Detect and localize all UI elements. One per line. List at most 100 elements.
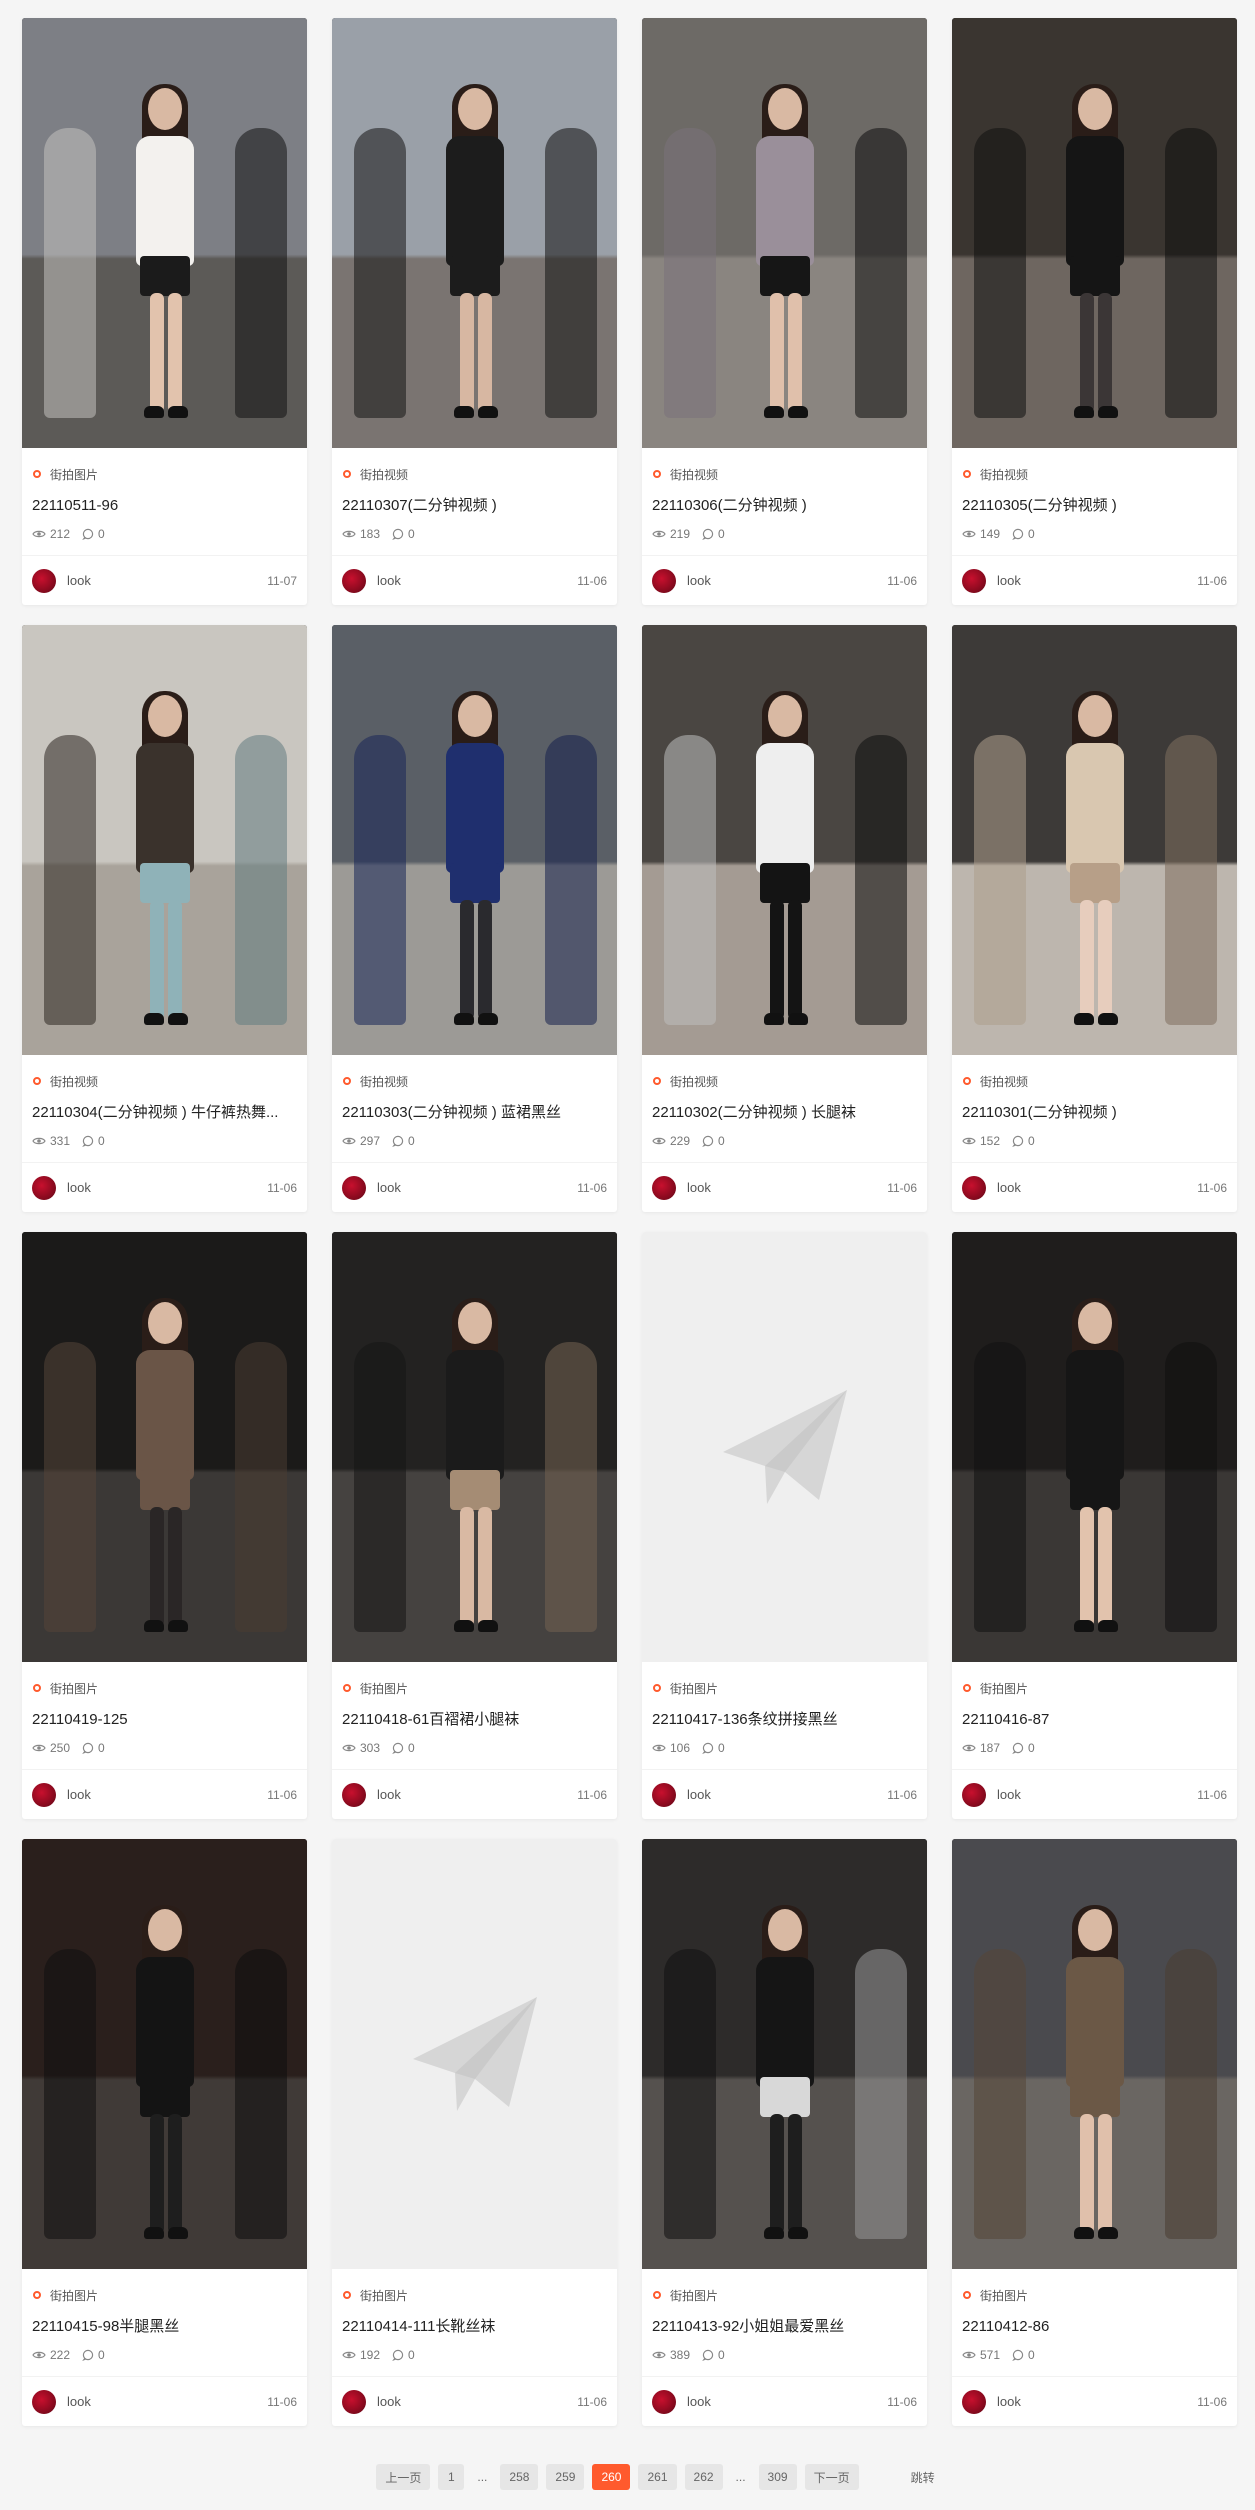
post-category[interactable]: 街拍视频 xyxy=(32,1073,297,1089)
post-title[interactable]: 22110412-86 xyxy=(962,2317,1227,2337)
author-name[interactable]: look xyxy=(997,573,1197,588)
jump-button[interactable]: 跳转 xyxy=(907,2464,939,2490)
post-card[interactable]: 街拍视频 22110303(二分钟视频 ) 蓝裙黑丝 297 0 look 11-06 xyxy=(332,625,617,1212)
post-category[interactable]: 街拍视频 xyxy=(342,466,607,482)
post-title[interactable]: 22110307(二分钟视频 ) xyxy=(342,496,607,516)
author-name[interactable]: look xyxy=(377,1787,577,1802)
post-card[interactable]: 街拍图片 22110511-96 212 0 look 11-07 xyxy=(22,18,307,605)
post-category[interactable]: 街拍图片 xyxy=(652,2287,917,2303)
author-name[interactable]: look xyxy=(687,2394,887,2409)
author-name[interactable]: look xyxy=(997,2394,1197,2409)
post-card[interactable]: 街拍图片 22110418-61百褶裙小腿袜 303 0 look 11-06 xyxy=(332,1232,617,1819)
post-category[interactable]: 街拍图片 xyxy=(342,2287,607,2303)
post-thumbnail[interactable] xyxy=(642,18,927,448)
next-page-button[interactable]: 下一页 xyxy=(804,2464,859,2490)
post-card[interactable]: 街拍图片 22110413-92小姐姐最爱黑丝 389 0 look 11-06 xyxy=(642,1839,927,2426)
author-name[interactable]: look xyxy=(67,573,267,588)
post-title[interactable]: 22110511-96 xyxy=(32,496,297,516)
post-thumbnail[interactable] xyxy=(642,625,927,1055)
author-name[interactable]: look xyxy=(377,2394,577,2409)
avatar[interactable] xyxy=(962,2389,986,2414)
avatar[interactable] xyxy=(342,1175,366,1200)
post-title[interactable]: 22110301(二分钟视频 ) xyxy=(962,1103,1227,1123)
post-card[interactable]: 街拍视频 22110304(二分钟视频 ) 牛仔裤热舞... 331 0 look 11-… xyxy=(22,625,307,1212)
post-thumbnail[interactable] xyxy=(22,1839,307,2269)
post-thumbnail[interactable] xyxy=(952,1839,1237,2269)
author-name[interactable]: look xyxy=(687,1787,887,1802)
post-card[interactable]: 街拍视频 22110305(二分钟视频 ) 149 0 look 11-06 xyxy=(952,18,1237,605)
post-thumbnail[interactable] xyxy=(332,1232,617,1662)
post-thumbnail-placeholder[interactable] xyxy=(642,1232,927,1662)
post-category[interactable]: 街拍视频 xyxy=(652,466,917,482)
post-category[interactable]: 街拍图片 xyxy=(342,1680,607,1696)
author-name[interactable]: look xyxy=(687,573,887,588)
avatar[interactable] xyxy=(962,1782,986,1807)
post-thumbnail[interactable] xyxy=(332,625,617,1055)
post-thumbnail[interactable] xyxy=(22,1232,307,1662)
post-category[interactable]: 街拍图片 xyxy=(652,1680,917,1696)
post-card[interactable]: 街拍图片 22110412-86 571 0 look 11-06 xyxy=(952,1839,1237,2426)
avatar[interactable] xyxy=(652,1175,676,1200)
author-name[interactable]: look xyxy=(997,1180,1197,1195)
avatar[interactable] xyxy=(342,1782,366,1807)
author-name[interactable]: look xyxy=(687,1180,887,1195)
author-name[interactable]: look xyxy=(377,1180,577,1195)
post-title[interactable]: 22110415-98半腿黑丝 xyxy=(32,2317,297,2337)
post-title[interactable]: 22110303(二分钟视频 ) 蓝裙黑丝 xyxy=(342,1103,607,1123)
avatar[interactable] xyxy=(32,2389,56,2414)
post-category[interactable]: 街拍图片 xyxy=(32,2287,297,2303)
post-category[interactable]: 街拍图片 xyxy=(32,1680,297,1696)
post-thumbnail[interactable] xyxy=(952,18,1237,448)
page-button-258[interactable]: 258 xyxy=(500,2464,539,2490)
post-thumbnail[interactable] xyxy=(952,625,1237,1055)
post-thumbnail[interactable] xyxy=(22,18,307,448)
post-thumbnail[interactable] xyxy=(332,18,617,448)
author-name[interactable]: look xyxy=(67,1180,267,1195)
post-thumbnail-placeholder[interactable] xyxy=(332,1839,617,2269)
avatar[interactable] xyxy=(342,2389,366,2414)
post-card[interactable]: 街拍视频 22110301(二分钟视频 ) 152 0 look 11-06 xyxy=(952,625,1237,1212)
post-category[interactable]: 街拍图片 xyxy=(962,1680,1227,1696)
post-card[interactable]: 街拍图片 22110417-136条纹拼接黑丝 106 0 look 11-06 xyxy=(642,1232,927,1819)
avatar[interactable] xyxy=(32,1782,56,1807)
avatar[interactable] xyxy=(32,568,56,593)
post-card[interactable]: 街拍图片 22110415-98半腿黑丝 222 0 look 11-06 xyxy=(22,1839,307,2426)
page-button-1[interactable]: 1 xyxy=(438,2464,465,2490)
post-card[interactable]: 街拍图片 22110414-111长靴丝袜 192 0 look 11-06 xyxy=(332,1839,617,2426)
post-title[interactable]: 22110305(二分钟视频 ) xyxy=(962,496,1227,516)
post-card[interactable]: 街拍图片 22110416-87 187 0 look 11-06 xyxy=(952,1232,1237,1819)
post-title[interactable]: 22110416-87 xyxy=(962,1710,1227,1730)
post-thumbnail[interactable] xyxy=(952,1232,1237,1662)
post-thumbnail[interactable] xyxy=(642,1839,927,2269)
avatar[interactable] xyxy=(962,568,986,593)
avatar[interactable] xyxy=(962,1175,986,1200)
post-category[interactable]: 街拍视频 xyxy=(342,1073,607,1089)
page-button-261[interactable]: 261 xyxy=(638,2464,677,2490)
page-button-262[interactable]: 262 xyxy=(684,2464,723,2490)
author-name[interactable]: look xyxy=(67,2394,267,2409)
post-card[interactable]: 街拍视频 22110306(二分钟视频 ) 219 0 look 11-06 xyxy=(642,18,927,605)
post-title[interactable]: 22110413-92小姐姐最爱黑丝 xyxy=(652,2317,917,2337)
post-category[interactable]: 街拍视频 xyxy=(652,1073,917,1089)
post-category[interactable]: 街拍视频 xyxy=(962,1073,1227,1089)
post-card[interactable]: 街拍视频 22110307(二分钟视频 ) 183 0 look 11-06 xyxy=(332,18,617,605)
page-button-309[interactable]: 309 xyxy=(758,2464,797,2490)
avatar[interactable] xyxy=(342,568,366,593)
current-page-button[interactable]: 260 xyxy=(592,2464,631,2490)
avatar[interactable] xyxy=(652,568,676,593)
author-name[interactable]: look xyxy=(997,1787,1197,1802)
post-title[interactable]: 22110414-111长靴丝袜 xyxy=(342,2317,607,2337)
author-name[interactable]: look xyxy=(377,573,577,588)
post-title[interactable]: 22110302(二分钟视频 ) 长腿袜 xyxy=(652,1103,917,1123)
post-title[interactable]: 22110306(二分钟视频 ) xyxy=(652,496,917,516)
prev-page-button[interactable]: 上一页 xyxy=(376,2464,431,2490)
avatar[interactable] xyxy=(652,2389,676,2414)
avatar[interactable] xyxy=(652,1782,676,1807)
post-category[interactable]: 街拍图片 xyxy=(962,2287,1227,2303)
post-title[interactable]: 22110419-125 xyxy=(32,1710,297,1730)
post-thumbnail[interactable] xyxy=(22,625,307,1055)
post-card[interactable]: 街拍视频 22110302(二分钟视频 ) 长腿袜 229 0 look 11-06 xyxy=(642,625,927,1212)
post-category[interactable]: 街拍视频 xyxy=(962,466,1227,482)
post-category[interactable]: 街拍图片 xyxy=(32,466,297,482)
avatar[interactable] xyxy=(32,1175,56,1200)
